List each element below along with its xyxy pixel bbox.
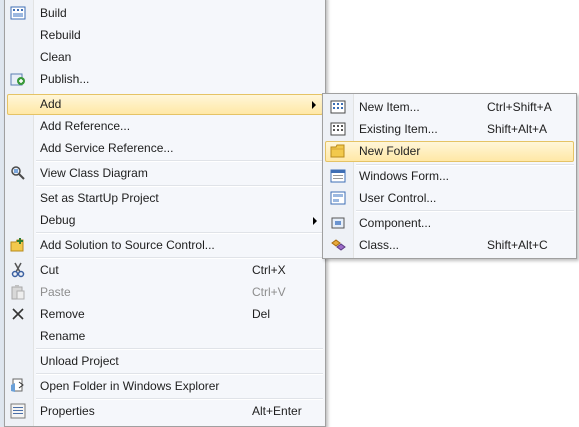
menu-item-label: Add Solution to Source Control... — [40, 238, 215, 252]
properties-icon — [10, 403, 26, 419]
menu-separator — [36, 373, 323, 375]
menu-item-cut[interactable]: Cut Ctrl+X — [7, 260, 323, 281]
menu-item-label: Paste — [40, 285, 71, 299]
submenu-item-label: New Item... — [359, 100, 420, 114]
submenu-item-windows-form[interactable]: Windows Form... — [325, 166, 574, 187]
submenu-arrow-icon — [313, 217, 317, 225]
menu-item-build[interactable]: Build — [7, 3, 323, 24]
menu-item-rebuild[interactable]: Rebuild — [7, 25, 323, 46]
existing-item-icon — [330, 121, 346, 137]
menu-item-shortcut: Ctrl+V — [252, 285, 286, 299]
menu-item-shortcut: Del — [252, 307, 271, 321]
submenu-item-label: New Folder — [359, 144, 421, 158]
menu-item-label: Open Folder in Windows Explorer — [40, 379, 220, 393]
menu-separator — [356, 210, 574, 212]
menu-item-label: Unload Project — [40, 354, 119, 368]
remove-x-icon — [10, 306, 26, 322]
menu-separator — [36, 185, 323, 187]
submenu-item-label: Existing Item... — [359, 122, 438, 136]
menu-item-debug[interactable]: Debug — [7, 210, 323, 231]
publish-icon — [10, 71, 26, 87]
menu-item-shortcut: Ctrl+X — [252, 263, 286, 277]
submenu-item-class[interactable]: Class... Shift+Alt+C — [325, 235, 574, 256]
menu-item-properties[interactable]: Properties Alt+Enter — [7, 401, 323, 422]
folder-plus-icon — [10, 237, 26, 253]
menu-separator — [36, 348, 323, 350]
class-diagram-icon — [10, 165, 26, 181]
component-icon — [330, 215, 346, 231]
submenu-arrow-icon — [312, 101, 316, 109]
submenu-item-existing-item[interactable]: Existing Item... Shift+Alt+A — [325, 119, 574, 140]
submenu-item-new-item[interactable]: New Item... Ctrl+Shift+A — [325, 97, 574, 118]
user-control-icon — [330, 190, 346, 206]
menu-item-add-reference[interactable]: Add Reference... — [7, 116, 323, 137]
submenu-item-label: Component... — [359, 216, 432, 230]
menu-item-label: Set as StartUp Project — [40, 191, 159, 205]
menu-item-clean[interactable]: Clean — [7, 47, 323, 68]
menu-separator — [36, 398, 323, 400]
menu-separator — [36, 257, 323, 259]
menu-item-set-startup[interactable]: Set as StartUp Project — [7, 188, 323, 209]
class-icon — [330, 237, 346, 253]
menu-item-label: Remove — [40, 307, 85, 321]
submenu-item-user-control[interactable]: User Control... — [325, 188, 574, 209]
submenu-item-component[interactable]: Component... — [325, 213, 574, 234]
menu-item-shortcut: Alt+Enter — [252, 404, 302, 418]
menu-separator — [36, 232, 323, 234]
menu-item-add-service-reference[interactable]: Add Service Reference... — [7, 138, 323, 159]
paste-icon — [10, 284, 26, 300]
menu-item-add-to-source-control[interactable]: Add Solution to Source Control... — [7, 235, 323, 256]
folder-icon — [330, 143, 346, 159]
menu-item-rename[interactable]: Rename — [7, 326, 323, 347]
scissors-icon — [10, 262, 26, 278]
submenu-item-label: User Control... — [359, 191, 437, 205]
menu-item-add[interactable]: Add — [7, 94, 323, 115]
menu-item-unload-project[interactable]: Unload Project — [7, 351, 323, 372]
menu-item-label: Add — [40, 97, 62, 111]
build-icon — [10, 5, 26, 21]
menu-item-open-folder[interactable]: Open Folder in Windows Explorer — [7, 376, 323, 397]
menu-item-label: Add Reference... — [40, 119, 131, 133]
submenu-item-shortcut: Shift+Alt+A — [487, 122, 548, 136]
add-submenu: New Item... Ctrl+Shift+A Existing Item..… — [322, 93, 577, 259]
project-context-menu: Build Rebuild Clean Publish... Add Add R… — [4, 0, 326, 427]
submenu-item-new-folder[interactable]: New Folder — [325, 141, 574, 162]
menu-item-label: Debug — [40, 213, 76, 227]
menu-item-label: Rebuild — [40, 28, 81, 42]
menu-item-label: View Class Diagram — [40, 166, 148, 180]
menu-item-paste[interactable]: Paste Ctrl+V — [7, 282, 323, 303]
menu-item-label: Add Service Reference... — [40, 141, 174, 155]
menu-item-publish[interactable]: Publish... — [7, 69, 323, 90]
menu-item-label: Cut — [40, 263, 59, 277]
submenu-item-label: Windows Form... — [359, 169, 450, 183]
open-folder-icon — [10, 378, 26, 394]
menu-item-view-class-diagram[interactable]: View Class Diagram — [7, 163, 323, 184]
submenu-item-shortcut: Shift+Alt+C — [487, 238, 548, 252]
submenu-item-label: Class... — [359, 238, 400, 252]
menu-item-label: Rename — [40, 329, 86, 343]
menu-item-label: Publish... — [40, 72, 90, 86]
new-item-icon — [330, 99, 346, 115]
menu-item-label: Clean — [40, 50, 72, 64]
menu-item-label: Build — [40, 6, 67, 20]
menu-separator — [36, 160, 323, 162]
menu-item-remove[interactable]: Remove Del — [7, 304, 323, 325]
submenu-item-shortcut: Ctrl+Shift+A — [487, 100, 552, 114]
menu-item-label: Properties — [40, 404, 95, 418]
windows-form-icon — [330, 168, 346, 184]
